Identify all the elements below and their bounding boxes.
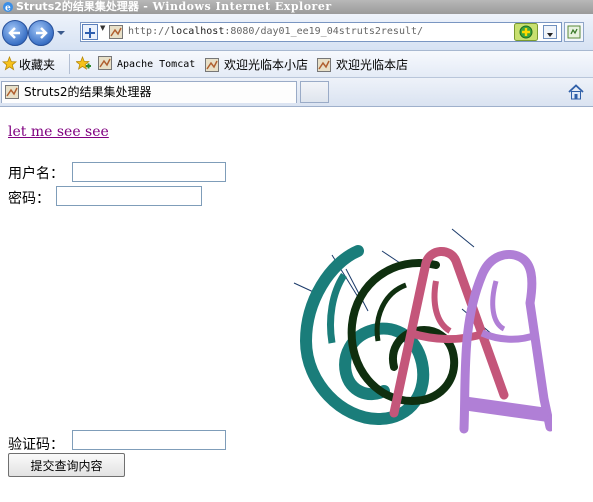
url-path: :8080/day01_ee19_04struts2result/ (224, 26, 424, 37)
password-label: 密码： (8, 191, 50, 207)
page-favicon-icon (317, 58, 331, 72)
navigation-bar: ▼ http://localhost:8080/day01_ee19_04str… (0, 14, 593, 51)
forward-button[interactable] (28, 20, 54, 46)
captcha-label: 验证码： (8, 437, 64, 453)
address-bar[interactable]: ▼ http://localhost:8080/day01_ee19_04str… (80, 22, 562, 42)
tab-bar: Struts2的结果集处理器 (0, 78, 593, 107)
forward-arrow-icon (36, 27, 48, 39)
go-icon[interactable] (514, 23, 538, 41)
ie-icon: e (3, 2, 13, 14)
home-icon[interactable] (567, 83, 585, 101)
new-tab-button[interactable] (300, 81, 329, 103)
title-bar: e Struts2的结果集处理器 - Windows Internet Expl… (0, 0, 593, 14)
url-host: localhost (170, 26, 225, 37)
tab-active[interactable]: Struts2的结果集处理器 (1, 81, 297, 103)
window-title-suffix: - Windows Internet Explorer (138, 0, 332, 13)
favorite-link-label: Apache Tomcat (117, 59, 196, 70)
favorites-label[interactable]: 收藏夹 (19, 56, 55, 73)
history-dropdown-icon[interactable] (56, 28, 66, 38)
favorite-link-shop[interactable]: 欢迎光临本店 (317, 56, 408, 73)
url-prefix: http:// (128, 26, 171, 37)
username-input[interactable] (72, 162, 226, 182)
tab-label: Struts2的结果集处理器 (24, 85, 152, 99)
captcha-input[interactable] (72, 430, 226, 450)
submit-button[interactable]: 提交查询内容 (8, 453, 125, 477)
favorite-link-label: 欢迎光临本店 (336, 58, 409, 72)
page-content: let me see see 用户名： 密码： 验证码： 提交查询内容 (0, 107, 593, 502)
page-favicon-icon (5, 85, 19, 99)
favorites-bar: 收藏夹 Apache Tomcat 欢迎光临本小店 欢迎光临本店 (0, 51, 593, 78)
page-favicon-icon (98, 56, 112, 70)
see-link[interactable]: let me see see (8, 124, 109, 140)
favorite-link-apache-tomcat[interactable]: Apache Tomcat (98, 56, 195, 70)
captcha-image (293, 228, 552, 434)
page-favicon-icon (109, 25, 123, 39)
address-url[interactable]: http://localhost:8080/day01_ee19_04strut… (128, 23, 423, 41)
favorite-link-shop-small[interactable]: 欢迎光临本小店 (205, 56, 308, 73)
refresh-button[interactable] (564, 22, 584, 42)
back-arrow-icon (8, 27, 20, 39)
add-favorite-icon[interactable] (82, 24, 98, 40)
divider (69, 54, 70, 74)
chevron-down-icon[interactable]: ▼ (100, 24, 105, 32)
page-favicon-icon (205, 58, 219, 72)
svg-text:e: e (5, 4, 11, 14)
add-to-favorites-bar-icon[interactable] (76, 56, 92, 71)
favorites-star-icon[interactable] (2, 56, 17, 71)
username-label: 用户名： (8, 166, 64, 182)
window-title-text: Struts2的结果集处理器 (16, 0, 139, 13)
favorite-link-label: 欢迎光临本小店 (224, 58, 309, 72)
window-title: Struts2的结果集处理器 - Windows Internet Explor… (16, 0, 332, 14)
address-dropdown-button[interactable] (543, 25, 557, 39)
password-input[interactable] (56, 186, 202, 206)
back-button[interactable] (2, 20, 28, 46)
refresh-icon (567, 25, 581, 39)
